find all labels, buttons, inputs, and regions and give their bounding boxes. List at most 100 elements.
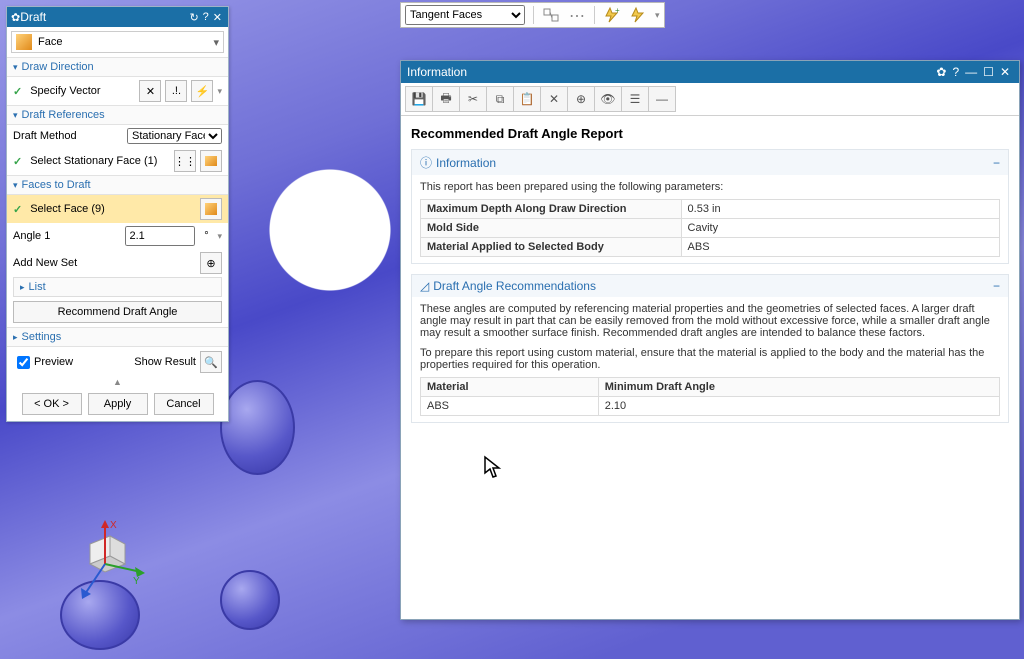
copy-icon[interactable]: ⧉ <box>486 86 514 112</box>
bolt-add-icon[interactable]: + <box>603 6 621 24</box>
angle-icon: ◿ <box>420 279 429 293</box>
draft-dialog: ✿ Draft ↻ ? ✕ Face ▾ Draw Direction Spec… <box>6 6 229 422</box>
face-pick-button[interactable] <box>200 198 222 220</box>
toolbar-chevron-icon[interactable]: ▾ <box>655 10 660 21</box>
svg-text:Y: Y <box>133 576 140 587</box>
svg-text:+: + <box>615 6 620 15</box>
select-stationary-label: Select Stationary Face (1) <box>30 155 170 167</box>
stationary-dots-button[interactable]: ⋮⋮ <box>174 150 196 172</box>
chevron-down-icon[interactable]: ▾ <box>217 86 222 97</box>
maximize-icon[interactable]: ☐ <box>983 65 994 79</box>
draft-angle-table: Material Minimum Draft Angle ABS 2.10 <box>420 377 1000 416</box>
reset-icon[interactable]: ↻ <box>189 11 198 24</box>
recommend-draft-angle-button[interactable]: Recommend Draft Angle <box>13 301 222 323</box>
section-draft-references[interactable]: Draft References <box>7 105 228 125</box>
recommendations-group: ◿ Draft Angle Recommendations − These an… <box>411 274 1009 423</box>
report-title: Recommended Draft Angle Report <box>411 126 1009 141</box>
draft-title: Draft <box>20 10 187 24</box>
recommendations-group-header[interactable]: ◿ Draft Angle Recommendations − <box>412 275 1008 297</box>
check-icon <box>13 203 26 216</box>
find-icon[interactable]: 👁 <box>594 86 622 112</box>
preview-row: Preview Show Result 🔍 <box>7 347 228 377</box>
chevron-down-icon: ▾ <box>213 36 219 49</box>
information-group-header[interactable]: ⓘ Information − <box>412 150 1008 175</box>
draft-type-dropdown[interactable]: Face ▾ <box>11 31 224 53</box>
cancel-button[interactable]: Cancel <box>154 393 214 415</box>
select-stationary-row[interactable]: Select Stationary Face (1) ⋮⋮ <box>7 147 228 175</box>
draft-method-dropdown[interactable]: Stationary Face <box>127 128 222 144</box>
list-header[interactable]: List <box>13 277 222 297</box>
close-icon[interactable]: ✕ <box>1000 65 1010 79</box>
collapse-icon[interactable]: − <box>993 156 1000 170</box>
check-icon <box>13 85 26 98</box>
information-window: Information ✿ ? — ☐ ✕ 💾 🖶 ✂ ⧉ 📋 ✕ ⊕ 👁 ☰ … <box>400 60 1020 620</box>
svg-text:X: X <box>110 520 117 531</box>
col-material: Material <box>421 378 599 397</box>
angle-unit: ° <box>199 230 213 242</box>
more-icon[interactable]: ⋯ <box>568 6 586 24</box>
paste-icon[interactable]: 📋 <box>513 86 541 112</box>
filter-icon[interactable] <box>542 6 560 24</box>
check-icon <box>13 155 26 168</box>
angle-input[interactable] <box>125 226 195 246</box>
section-faces-to-draft[interactable]: Faces to Draft <box>7 175 228 195</box>
table-row: Material Applied to Selected BodyABS <box>421 238 1000 257</box>
draft-type-label: Face <box>38 36 213 48</box>
target-icon[interactable]: ⊕ <box>567 86 595 112</box>
dialog-buttons: < OK > Apply Cancel <box>7 387 228 421</box>
cut-icon[interactable]: ✂ <box>459 86 487 112</box>
info-title: Information <box>407 65 933 79</box>
parameters-table: Maximum Depth Along Draw Direction0.53 i… <box>420 199 1000 257</box>
show-result-button[interactable]: 🔍 <box>200 351 222 373</box>
help-icon[interactable]: ? <box>952 65 959 79</box>
minimize-icon[interactable]: — <box>965 65 977 79</box>
gear-icon: ✿ <box>11 11 20 24</box>
apply-button[interactable]: Apply <box>88 393 148 415</box>
specify-vector-row: Specify Vector ✕ .!. ⚡ ▾ <box>7 77 228 105</box>
help-icon[interactable]: ? <box>203 11 209 23</box>
stationary-face-button[interactable] <box>200 150 222 172</box>
section-settings[interactable]: Settings <box>7 327 228 347</box>
chevron-down-icon[interactable]: ▾ <box>217 231 222 242</box>
preview-label: Preview <box>34 356 73 368</box>
rec-paragraph-2: To prepare this report using custom mate… <box>420 347 1000 371</box>
table-row: Mold SideCavity <box>421 219 1000 238</box>
vector-pick-button[interactable]: ⚡ <box>191 80 213 102</box>
add-new-set-label: Add New Set <box>13 257 196 269</box>
collapse-icon[interactable]: − <box>993 279 1000 293</box>
close-icon[interactable]: ✕ <box>213 11 222 24</box>
draft-method-label: Draft Method <box>13 130 123 142</box>
print-icon[interactable]: 🖶 <box>432 86 460 112</box>
col-angle: Minimum Draft Angle <box>598 378 999 397</box>
collapse-icon[interactable]: — <box>648 86 676 112</box>
info-title-bar[interactable]: Information ✿ ? — ☐ ✕ <box>401 61 1019 83</box>
view-triad[interactable]: X Y <box>55 514 145 604</box>
vector-dots-button[interactable]: .!. <box>165 80 187 102</box>
bolt-gear-icon[interactable] <box>629 6 647 24</box>
list-icon[interactable]: ☰ <box>621 86 649 112</box>
rec-paragraph-1: These angles are computed by referencing… <box>420 303 1000 339</box>
add-set-button[interactable]: ⊕ <box>200 252 222 274</box>
angle-label: Angle 1 <box>13 230 121 242</box>
collapse-chevron-icon[interactable]: ▲ <box>7 377 228 387</box>
select-face-label: Select Face (9) <box>30 203 196 215</box>
preview-checkbox[interactable] <box>17 356 30 369</box>
table-row: Maximum Depth Along Draw Direction0.53 i… <box>421 200 1000 219</box>
draft-title-bar[interactable]: ✿ Draft ↻ ? ✕ <box>7 7 228 27</box>
vector-x-button[interactable]: ✕ <box>139 80 161 102</box>
specify-vector-label: Specify Vector <box>30 85 135 97</box>
section-draw-direction[interactable]: Draw Direction <box>7 57 228 77</box>
draft-method-row: Draft Method Stationary Face <box>7 125 228 147</box>
selection-mode-dropdown[interactable]: Tangent Faces <box>405 5 525 25</box>
information-group: ⓘ Information − This report has been pre… <box>411 149 1009 264</box>
add-new-set-row: Add New Set ⊕ <box>7 249 228 277</box>
show-result-label: Show Result <box>134 356 196 368</box>
settings-icon[interactable]: ✿ <box>936 65 946 79</box>
info-icon: ⓘ <box>420 154 432 171</box>
ok-button[interactable]: < OK > <box>22 393 82 415</box>
save-icon[interactable]: 💾 <box>405 86 433 112</box>
info-toolbar: 💾 🖶 ✂ ⧉ 📋 ✕ ⊕ 👁 ☰ — <box>401 83 1019 116</box>
delete-icon[interactable]: ✕ <box>540 86 568 112</box>
select-face-row[interactable]: Select Face (9) <box>7 195 228 223</box>
face-icon <box>16 34 32 50</box>
